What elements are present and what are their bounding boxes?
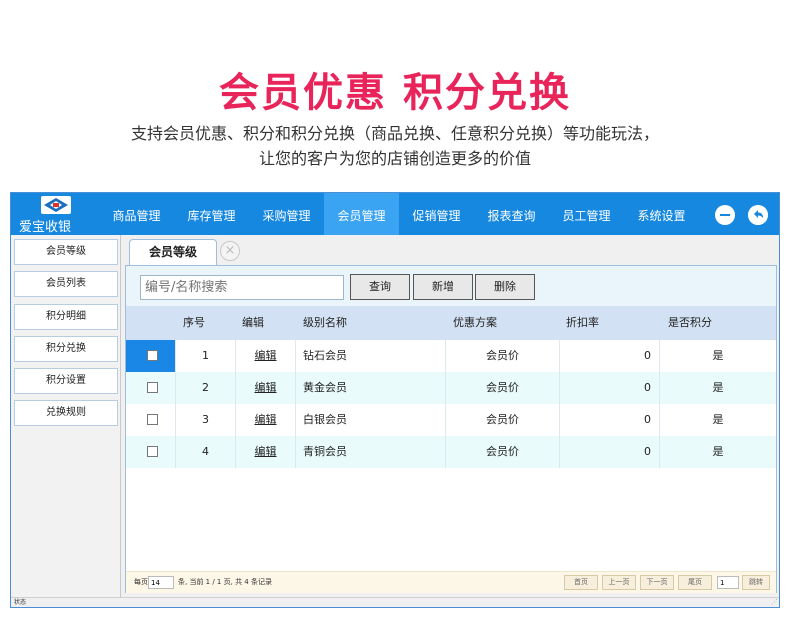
edit-link[interactable]: 编辑: [255, 349, 277, 362]
cell-discount-plan: 会员价: [446, 340, 560, 372]
sidebar-item-points-detail[interactable]: 积分明细: [14, 304, 118, 330]
table-header: 序号 编辑 级别名称 优惠方案 折扣率 是否积分: [126, 306, 776, 340]
cell-points-enabled: 是: [712, 445, 724, 458]
per-page-input[interactable]: [148, 576, 174, 589]
per-page-label: 每页: [134, 578, 148, 586]
cell-points-enabled: 是: [712, 413, 724, 426]
sidebar-item-points-exchange[interactable]: 积分兑换: [14, 336, 118, 362]
page-number-input[interactable]: [717, 576, 739, 589]
add-button[interactable]: 新增: [413, 274, 473, 300]
content-panel: 查询 新增 删除 序号 编辑 级别名称 优惠方案 折扣率 是否积分 1 编辑 钻…: [125, 265, 777, 593]
sidebar-item-exchange-rules[interactable]: 兑换规则: [14, 400, 118, 426]
row-checkbox[interactable]: [147, 446, 158, 457]
prev-page-button[interactable]: 上一页: [602, 575, 636, 590]
menu-item-inventory[interactable]: 库存管理: [174, 193, 249, 235]
sidebar-item-points-settings[interactable]: 积分设置: [14, 368, 118, 394]
row-checkbox[interactable]: [147, 382, 158, 393]
cell-level-name: 青铜会员: [296, 436, 446, 468]
table-row[interactable]: 1 编辑 钻石会员 会员价 0 是: [126, 340, 776, 372]
main-menu: 商品管理 库存管理 采购管理 会员管理 促销管理 报表查询 员工管理 系统设置: [99, 193, 699, 235]
sidebar: 会员等级 会员列表 积分明细 积分兑换 积分设置 兑换规则: [11, 235, 121, 597]
cell-edit: 编辑: [236, 404, 296, 436]
column-header-edit[interactable]: 编辑: [242, 306, 264, 340]
row-selector[interactable]: [126, 404, 176, 436]
row-checkbox[interactable]: [147, 414, 158, 425]
edit-link[interactable]: 编辑: [255, 445, 277, 458]
top-menu-bar: 爱宝收银 商品管理 库存管理 采购管理 会员管理 促销管理 报表查询 员工管理 …: [11, 193, 779, 235]
cell-points-enabled: 是: [712, 381, 724, 394]
cell-discount-plan: 会员价: [446, 436, 560, 468]
page-info: 条, 当前 1 / 1 页, 共 4 条记录: [178, 578, 272, 586]
row-selector[interactable]: [126, 372, 176, 404]
table-row[interactable]: 3 编辑 白银会员 会员价 0 是: [126, 404, 776, 436]
cell-discount-rate: 0: [560, 436, 660, 468]
hero-title: 会员优惠 积分兑换: [219, 70, 571, 116]
first-page-button[interactable]: 首页: [564, 575, 598, 590]
table-row[interactable]: 4 编辑 青铜会员 会员价 0 是: [126, 436, 776, 468]
table-row[interactable]: 2 编辑 黄金会员 会员价 0 是: [126, 372, 776, 404]
status-bar: 状态: [11, 597, 779, 607]
hero-subtitle-line2: 让您的客户为您的店铺创造更多的价值: [258, 149, 531, 168]
menu-item-purchasing[interactable]: 采购管理: [249, 193, 324, 235]
row-selector[interactable]: [126, 436, 176, 468]
cell-edit: 编辑: [236, 340, 296, 372]
column-header-discount-plan[interactable]: 优惠方案: [453, 306, 497, 340]
cell-edit: 编辑: [236, 436, 296, 468]
go-page-button[interactable]: 跳转: [742, 575, 770, 590]
cell-points-enabled: 是: [712, 349, 724, 362]
cell-discount-plan: 会员价: [446, 372, 560, 404]
minimize-icon[interactable]: [715, 205, 735, 225]
sidebar-item-member-levels[interactable]: 会员等级: [14, 239, 118, 265]
row-selector[interactable]: [126, 340, 176, 372]
app-name: 爱宝收银: [19, 220, 72, 235]
edit-link[interactable]: 编辑: [255, 413, 277, 426]
row-checkbox[interactable]: [147, 350, 158, 361]
last-page-button[interactable]: 尾页: [678, 575, 712, 590]
app-window: 爱宝收银 商品管理 库存管理 采购管理 会员管理 促销管理 报表查询 员工管理 …: [10, 192, 780, 608]
delete-button[interactable]: 删除: [475, 274, 535, 300]
hero-subtitle-line1: 支持会员优惠、积分和积分兑换（商品兑换、任意积分兑换）等功能玩法，: [130, 124, 659, 143]
next-page-button[interactable]: 下一页: [640, 575, 674, 590]
cell-level-name: 黄金会员: [296, 372, 446, 404]
cell-no: 4: [176, 436, 236, 468]
query-button[interactable]: 查询: [350, 274, 410, 300]
pagination-bar: 每页 条, 当前 1 / 1 页, 共 4 条记录 首页 上一页 下一页 尾页 …: [126, 571, 776, 593]
cell-level-name: 白银会员: [296, 404, 446, 436]
close-icon[interactable]: ×: [220, 241, 240, 261]
logo-emblem-icon: [41, 196, 71, 214]
sidebar-item-member-list[interactable]: 会员列表: [14, 271, 118, 297]
cell-discount-rate: 0: [560, 404, 660, 436]
cell-discount-rate: 0: [560, 372, 660, 404]
cell-no: 2: [176, 372, 236, 404]
menu-item-settings[interactable]: 系统设置: [624, 193, 699, 235]
search-input[interactable]: [140, 275, 344, 300]
cell-discount-rate: 0: [560, 340, 660, 372]
cell-no: 3: [176, 404, 236, 436]
resize-grip-icon[interactable]: ⋰: [771, 598, 778, 606]
back-icon[interactable]: [748, 205, 768, 225]
column-header-points-enabled[interactable]: 是否积分: [668, 306, 712, 340]
tab-member-levels[interactable]: 会员等级: [129, 239, 217, 265]
menu-item-staff[interactable]: 员工管理: [549, 193, 624, 235]
column-header-no[interactable]: 序号: [183, 306, 205, 340]
app-logo: 爱宝收银: [11, 193, 99, 235]
column-header-discount-rate[interactable]: 折扣率: [566, 306, 599, 340]
edit-link[interactable]: 编辑: [255, 381, 277, 394]
toolbar: 查询 新增 删除: [126, 266, 776, 306]
cell-discount-plan: 会员价: [446, 404, 560, 436]
cell-level-name: 钻石会员: [296, 340, 446, 372]
column-header-level-name[interactable]: 级别名称: [303, 306, 347, 340]
menu-item-promotions[interactable]: 促销管理: [399, 193, 474, 235]
menu-item-reports[interactable]: 报表查询: [474, 193, 549, 235]
menu-item-products[interactable]: 商品管理: [99, 193, 174, 235]
cell-no: 1: [176, 340, 236, 372]
menu-item-members[interactable]: 会员管理: [324, 193, 399, 235]
cell-edit: 编辑: [236, 372, 296, 404]
